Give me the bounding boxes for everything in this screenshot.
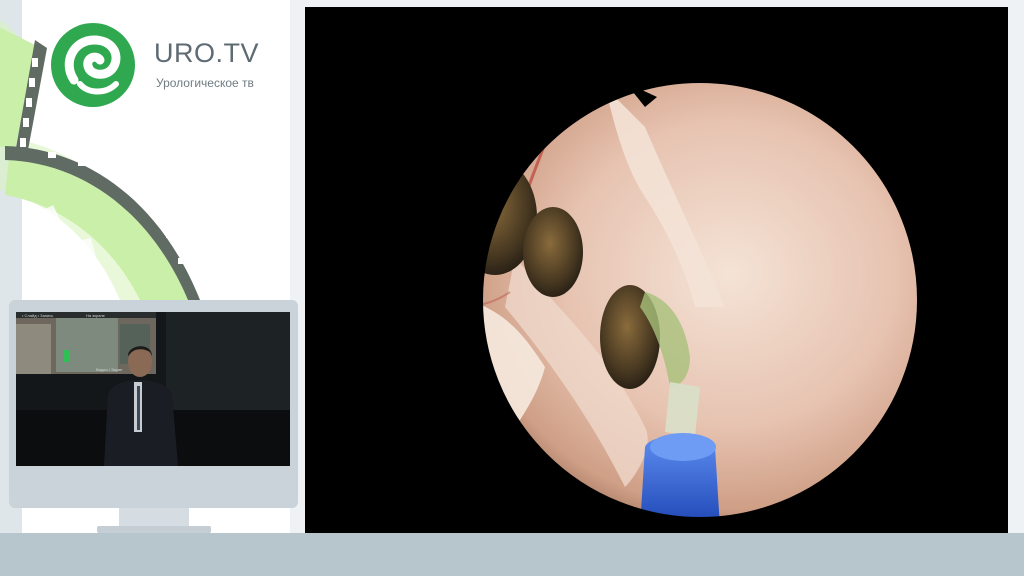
speaker-scene: • Слайд • Запись На экране Видео / Экран	[16, 312, 290, 466]
monitor-base	[97, 526, 211, 533]
bottom-bar	[0, 533, 1024, 576]
screen-label-left: • Слайд • Запись	[22, 313, 53, 318]
speaker-monitor: • Слайд • Запись На экране Видео / Экран	[9, 300, 298, 508]
main-video-player[interactable]	[305, 7, 1008, 533]
endoscopic-view	[305, 7, 1008, 533]
brand-name: URO.TV	[154, 38, 260, 68]
brand-tagline: Урологическое тв	[156, 76, 254, 90]
monitor-stand	[119, 508, 189, 528]
uro-tv-logo-icon	[51, 23, 135, 107]
speaker-video: • Слайд • Запись На экране Видео / Экран	[16, 312, 290, 466]
screen-label-mid: На экране	[86, 313, 106, 318]
screen-label-bottom: Видео / Экран	[96, 367, 122, 372]
